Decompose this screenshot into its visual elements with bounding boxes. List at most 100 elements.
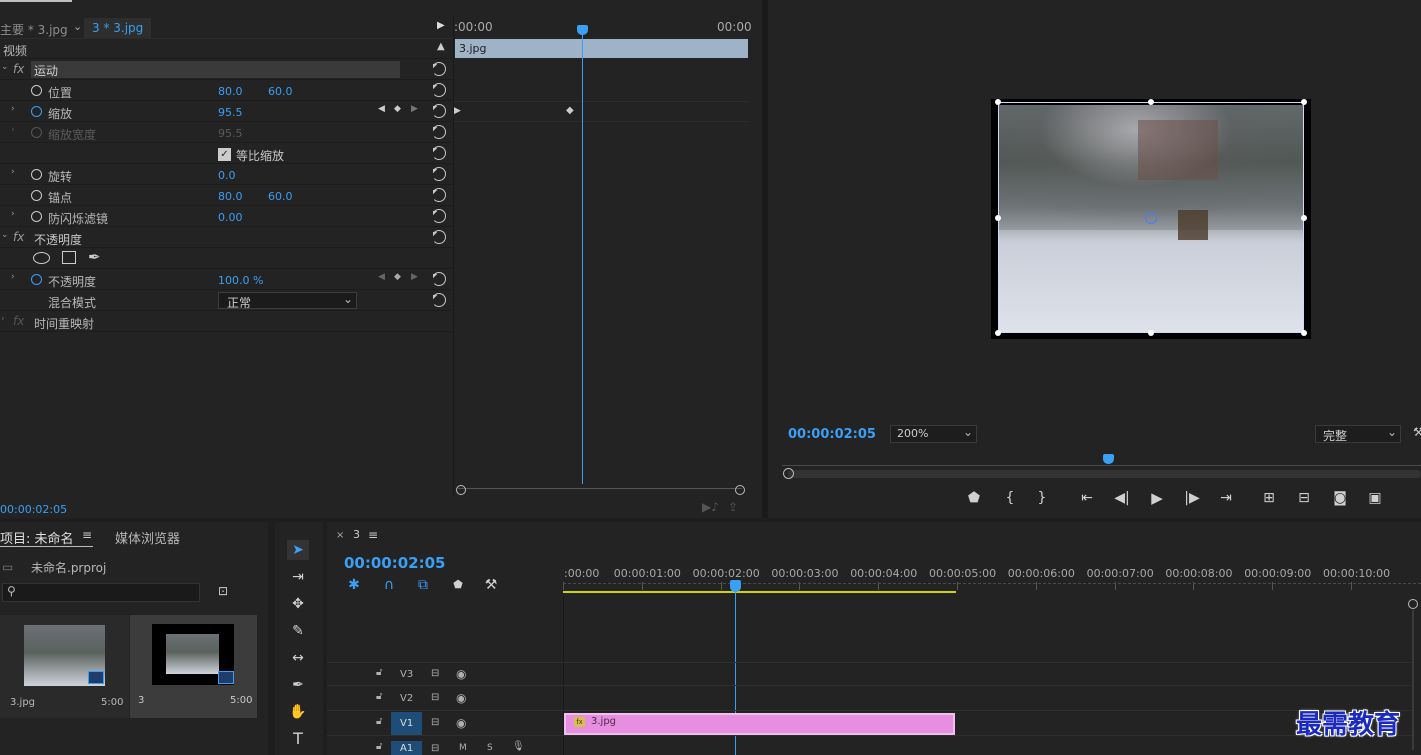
program-scrollbar[interactable]	[788, 470, 1421, 478]
reset-icon[interactable]	[432, 230, 446, 244]
program-ruler[interactable]	[782, 456, 1421, 466]
rectangle-mask-icon[interactable]	[62, 251, 76, 264]
linked-selection-icon[interactable]: ⧉	[412, 575, 434, 595]
snap-icon[interactable]: ∩	[378, 575, 400, 595]
project-item-sequence[interactable]: 3 5:00	[130, 615, 257, 718]
mark-in-icon[interactable]: {	[999, 488, 1021, 508]
ec-timecode[interactable]: 00:00:02:05	[0, 503, 67, 516]
expand-chevron-icon[interactable]: ⌄	[1, 62, 9, 72]
play-only-icon[interactable]: ▶	[437, 20, 445, 31]
selection-tool-icon[interactable]: ➤	[287, 540, 309, 560]
anchor-point-icon[interactable]	[1145, 212, 1157, 224]
pen-tool-icon[interactable]: ✒	[287, 675, 309, 695]
expand-chevron-icon[interactable]: ›	[11, 104, 15, 114]
step-back-icon[interactable]: ◀|	[1111, 488, 1133, 508]
reset-icon[interactable]	[432, 293, 446, 307]
eye-icon[interactable]: ◉	[456, 691, 466, 705]
add-marker-icon[interactable]: ⬟	[447, 575, 469, 595]
hand-tool-icon[interactable]: ✋	[287, 702, 309, 722]
type-tool-icon[interactable]: T	[287, 729, 309, 749]
tab-sequence[interactable]: 3	[353, 528, 360, 541]
reset-icon[interactable]	[432, 272, 446, 286]
track-a1[interactable]: 🔓︎ A1 ⊟ M S 🎙︎	[327, 737, 1412, 755]
scale-value[interactable]: 95.5	[218, 106, 243, 119]
ec-playhead-handle[interactable]	[577, 25, 588, 35]
add-keyframe-icon[interactable]: ◆	[394, 272, 401, 282]
lock-icon[interactable]: 🔓︎	[376, 691, 382, 702]
mark-out-icon[interactable]: }	[1031, 488, 1053, 508]
opacity-value[interactable]: 100.0 %	[218, 274, 263, 287]
tab-project[interactable]: 项目: 未命名	[0, 528, 74, 547]
track-select-tool-icon[interactable]: ⇥	[287, 567, 309, 587]
ripple-edit-tool-icon[interactable]: ✥	[287, 594, 309, 614]
effect-opacity-row[interactable]: ⌄ fx 不透明度	[0, 227, 452, 248]
uniform-scale-checkbox[interactable]: ✓	[218, 148, 231, 161]
pen-mask-icon[interactable]: ✒	[88, 248, 101, 266]
audio-scrub-icon[interactable]: ▶♪	[702, 500, 719, 514]
stopwatch-icon[interactable]	[31, 211, 42, 222]
reset-icon[interactable]	[432, 188, 446, 202]
lift-icon[interactable]: ⊞	[1258, 488, 1280, 508]
time-remap-row[interactable]: › fx 时间重映射	[0, 311, 452, 332]
timeline-playhead-handle[interactable]	[730, 580, 741, 592]
expand-chevron-icon[interactable]: ›	[11, 209, 15, 219]
timeline-scrollbar[interactable]	[1408, 599, 1418, 609]
wrench-icon[interactable]: ⚒	[480, 575, 502, 595]
sync-lock-icon[interactable]: ⊟	[431, 692, 439, 703]
position-y-value[interactable]: 60.0	[268, 85, 293, 98]
keyframe-icon[interactable]: ◆	[566, 105, 574, 116]
rotation-value[interactable]: 0.0	[218, 169, 236, 182]
search-input[interactable]: ⚲	[2, 583, 200, 602]
timeline-timecode[interactable]: 00:00:02:05	[344, 554, 446, 572]
mute-button[interactable]: M	[459, 743, 467, 753]
ec-timeline[interactable]: :00:00 00:00 3.jpg ▶ ◆	[453, 17, 752, 497]
slip-tool-icon[interactable]: ↔	[287, 648, 309, 668]
collapse-up-icon[interactable]: ▲	[437, 41, 445, 52]
fx-icon[interactable]: fx	[13, 230, 24, 244]
tab-master-clip[interactable]: 主要 * 3.jpg	[0, 21, 68, 38]
ec-clip-bar[interactable]: 3.jpg	[455, 39, 748, 58]
chevron-down-icon[interactable]: ⌄	[73, 20, 82, 33]
go-to-in-icon[interactable]: ⇤	[1076, 488, 1098, 508]
go-to-out-icon[interactable]: ⇥	[1215, 488, 1237, 508]
program-video-frame[interactable]	[991, 99, 1311, 339]
add-keyframe-icon[interactable]: ◆	[394, 104, 401, 114]
expand-chevron-icon[interactable]: ›	[1, 314, 5, 324]
expand-chevron-icon[interactable]: ⌄	[1, 230, 9, 240]
program-timecode[interactable]: 00:00:02:05	[788, 427, 876, 442]
reset-icon[interactable]	[432, 83, 446, 97]
track-v1[interactable]: 🔓︎ V1 ⊟ ◉ fx 3.jpg	[327, 712, 1412, 736]
tab-media-browser[interactable]: 媒体浏览器	[115, 528, 180, 547]
step-forward-icon[interactable]: |▶	[1181, 488, 1203, 508]
microphone-icon[interactable]: 🎙︎	[512, 741, 525, 752]
stopwatch-icon[interactable]	[31, 85, 42, 96]
stopwatch-icon[interactable]	[31, 106, 42, 117]
eye-icon[interactable]: ◉	[456, 716, 466, 730]
project-item-still[interactable]: 3.jpg 5:00	[0, 615, 129, 718]
stopwatch-icon[interactable]	[31, 190, 42, 201]
lock-icon[interactable]: 🔓︎	[376, 716, 382, 727]
solo-button[interactable]: S	[487, 743, 493, 753]
add-marker-icon[interactable]: ⬟	[963, 488, 985, 508]
expand-chevron-icon[interactable]: ›	[11, 167, 15, 177]
sync-lock-icon[interactable]: ⊟	[431, 668, 439, 679]
position-x-value[interactable]: 80.0	[218, 85, 243, 98]
prev-keyframe-icon[interactable]: ◀	[378, 104, 385, 114]
timeline-ruler[interactable]: :00:00 00:00:01:00 00:00:02:00 00:00:03:00 0…	[563, 564, 1421, 596]
anchor-x-value[interactable]: 80.0	[218, 190, 243, 203]
track-v3[interactable]: 🔓︎ V3 ⊟ ◉	[327, 662, 1412, 686]
play-icon[interactable]: ▶	[1146, 488, 1168, 508]
keyframe-start-icon[interactable]: ▶	[454, 106, 461, 116]
stopwatch-icon[interactable]	[31, 274, 42, 285]
stopwatch-icon[interactable]	[31, 169, 42, 180]
snap-nest-icon[interactable]: ✱	[343, 575, 365, 595]
work-area-bar[interactable]	[563, 591, 956, 593]
zoom-select[interactable]: 200% ⌄	[890, 425, 977, 443]
timeline-clip[interactable]: fx 3.jpg	[564, 713, 955, 735]
camera-icon[interactable]: ◙	[1329, 488, 1351, 508]
wrench-icon[interactable]: ⚒	[1413, 425, 1421, 439]
next-keyframe-icon[interactable]: ▶	[411, 272, 418, 282]
fx-icon[interactable]: fx	[13, 62, 24, 76]
sync-lock-icon[interactable]: ⊟	[431, 743, 439, 754]
blend-mode-select[interactable]: 正常 ⌄	[218, 292, 357, 310]
